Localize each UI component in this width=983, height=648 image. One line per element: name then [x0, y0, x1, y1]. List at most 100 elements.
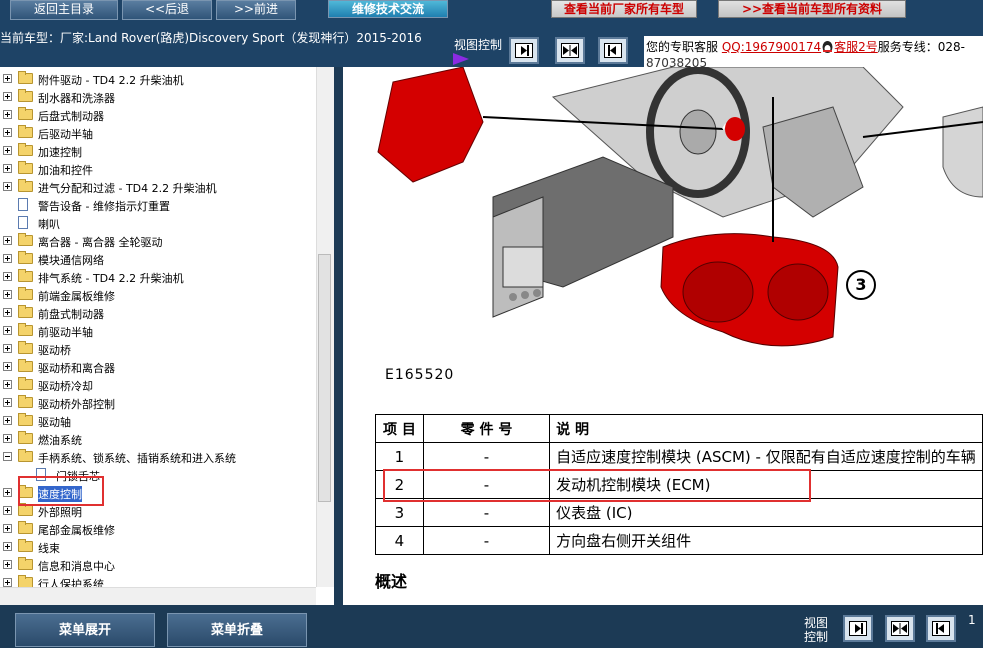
folder-icon: [18, 305, 33, 318]
view-right-pane-button[interactable]: [598, 37, 628, 64]
view-split-button[interactable]: [555, 37, 585, 64]
back-button[interactable]: <<后退: [122, 0, 212, 20]
view-left-pane-button[interactable]: [843, 615, 873, 642]
expand-toggle-icon[interactable]: [3, 560, 12, 569]
tree-item-label: 喇叭: [38, 218, 60, 231]
tree-item-label: 驱动轴: [38, 416, 71, 429]
tree-item-label: 外部照明: [38, 506, 82, 519]
expand-toggle-icon[interactable]: [3, 128, 12, 137]
maker-models-button[interactable]: 查看当前厂家所有车型: [551, 0, 697, 18]
tree-item-label: 驱动桥冷却: [38, 380, 93, 393]
tree-item-label: 驱动桥: [38, 344, 71, 357]
customer-service-panel: 您的专职客服 QQ:1967900174 客服2号服务专线：028- 870382…: [644, 36, 983, 67]
expand-toggle-icon[interactable]: [3, 542, 12, 551]
document-pane: 3 E165520 项 目 零 件 号 说 明 1- 自适应速度控制模块 (ASC…: [343, 67, 983, 605]
folder-icon: [18, 89, 33, 102]
view-control-label: 视图控制: [454, 38, 503, 52]
expand-toggle-icon[interactable]: [3, 182, 12, 191]
expand-toggle-icon[interactable]: [3, 308, 12, 317]
folder-icon: [18, 377, 33, 390]
folder-icon: [18, 269, 33, 282]
tree-scroll-thumb[interactable]: [318, 254, 331, 502]
tree-item-label: 线束: [38, 542, 60, 555]
row-item: 4: [375, 526, 424, 555]
expand-toggle-icon[interactable]: [3, 434, 12, 443]
expand-toggle-icon[interactable]: [3, 254, 12, 263]
expand-right-icon: [515, 43, 533, 58]
all-docs-button[interactable]: >>查看当前车型所有资料: [718, 0, 906, 18]
tree-item-label: 模块通信网络: [38, 254, 104, 267]
expand-toggle-icon[interactable]: [3, 506, 12, 515]
row-part-number: -: [422, 498, 551, 527]
expand-toggle-icon[interactable]: [3, 398, 12, 407]
expand-left-icon: [932, 621, 950, 636]
row-description: 方向盘右侧开关组件: [549, 526, 983, 555]
tree-item-label: 前驱动半轴: [38, 326, 93, 339]
expand-toggle-icon[interactable]: [3, 326, 12, 335]
expand-toggle-icon[interactable]: [3, 380, 12, 389]
document-icon: [18, 216, 28, 229]
folder-icon: [18, 395, 33, 408]
folder-icon: [18, 359, 33, 372]
row-description: 仪表盘 (IC): [549, 498, 983, 527]
expand-toggle-icon[interactable]: [3, 92, 12, 101]
split-icon: [561, 43, 579, 58]
tree-item-label: 刮水器和洗涤器: [38, 92, 115, 105]
folder-icon: [18, 71, 33, 84]
row-part-number: -: [422, 526, 551, 555]
table-row: 4- 方向盘右侧开关组件: [375, 526, 983, 555]
tree-item-label: 燃油系统: [38, 434, 82, 447]
folder-icon: [18, 431, 33, 444]
row-description: 自适应速度控制模块 (ASCM) - 仅限配有自适应速度控制的车辆: [549, 442, 983, 471]
menu-collapse-button[interactable]: 菜单折叠: [167, 613, 307, 647]
header-description: 说 明: [549, 414, 983, 443]
component-location-illustration: [377, 67, 983, 347]
bottom-toolbar: 菜单展开 菜单折叠 视图 控制 1: [0, 605, 983, 647]
folder-icon: [18, 107, 33, 120]
qq-penguin-icon[interactable]: [821, 40, 834, 53]
service-agent-link[interactable]: 客服2号: [834, 40, 878, 54]
folder-icon: [18, 125, 33, 138]
pointer-arrow-icon: [453, 53, 469, 65]
view-left-pane-button[interactable]: [509, 37, 539, 64]
menu-expand-button[interactable]: 菜单展开: [15, 613, 155, 647]
home-button[interactable]: 返回主目录: [10, 0, 118, 20]
split-icon: [891, 621, 909, 636]
expand-toggle-icon[interactable]: [3, 110, 12, 119]
figure-code: E165520: [385, 367, 455, 383]
view-label-line2: 控制: [804, 630, 829, 644]
tree-item-label: 尾部金属板维修: [38, 524, 115, 537]
folder-icon: [18, 179, 33, 192]
expand-toggle-icon[interactable]: [3, 236, 12, 245]
forward-button[interactable]: >>前进: [216, 0, 296, 20]
folder-icon: [18, 143, 33, 156]
expand-toggle-icon[interactable]: [3, 164, 12, 173]
section-heading: 概述: [375, 572, 408, 591]
expand-toggle-icon[interactable]: [3, 272, 12, 281]
expand-toggle-icon[interactable]: [3, 146, 12, 155]
view-right-pane-button[interactable]: [926, 615, 956, 642]
expand-toggle-icon[interactable]: [3, 290, 12, 299]
expand-toggle-icon[interactable]: [3, 74, 12, 83]
qq-link[interactable]: QQ:1967900174: [722, 40, 821, 54]
expand-toggle-icon[interactable]: [3, 524, 12, 533]
folder-icon: [18, 503, 33, 516]
expand-toggle-icon[interactable]: [3, 362, 12, 371]
tree-item-label: 警告设备 - 维修指示灯重置: [38, 200, 170, 213]
expand-toggle-icon[interactable]: [3, 416, 12, 425]
expand-toggle-icon[interactable]: [3, 578, 12, 587]
hotline-label: 服务专线：028-: [877, 40, 966, 54]
tree-horizontal-scrollbar[interactable]: [0, 587, 316, 605]
folder-icon: [18, 449, 33, 462]
collapse-toggle-icon[interactable]: [3, 452, 12, 461]
expand-toggle-icon[interactable]: [3, 344, 12, 353]
row-part-number: -: [422, 442, 551, 471]
expand-toggle-icon[interactable]: [3, 488, 12, 497]
table-row: 1- 自适应速度控制模块 (ASCM) - 仅限配有自适应速度控制的车辆: [375, 442, 983, 471]
tree-item-label: 驱动桥外部控制: [38, 398, 115, 411]
tree-item-label: 手柄系统、锁系统、插销系统和进入系统: [38, 452, 236, 465]
tech-exchange-button[interactable]: 维修技术交流: [328, 0, 448, 18]
page-number: 1: [968, 613, 976, 627]
highlight-box: [18, 476, 104, 506]
view-split-button[interactable]: [885, 615, 915, 642]
